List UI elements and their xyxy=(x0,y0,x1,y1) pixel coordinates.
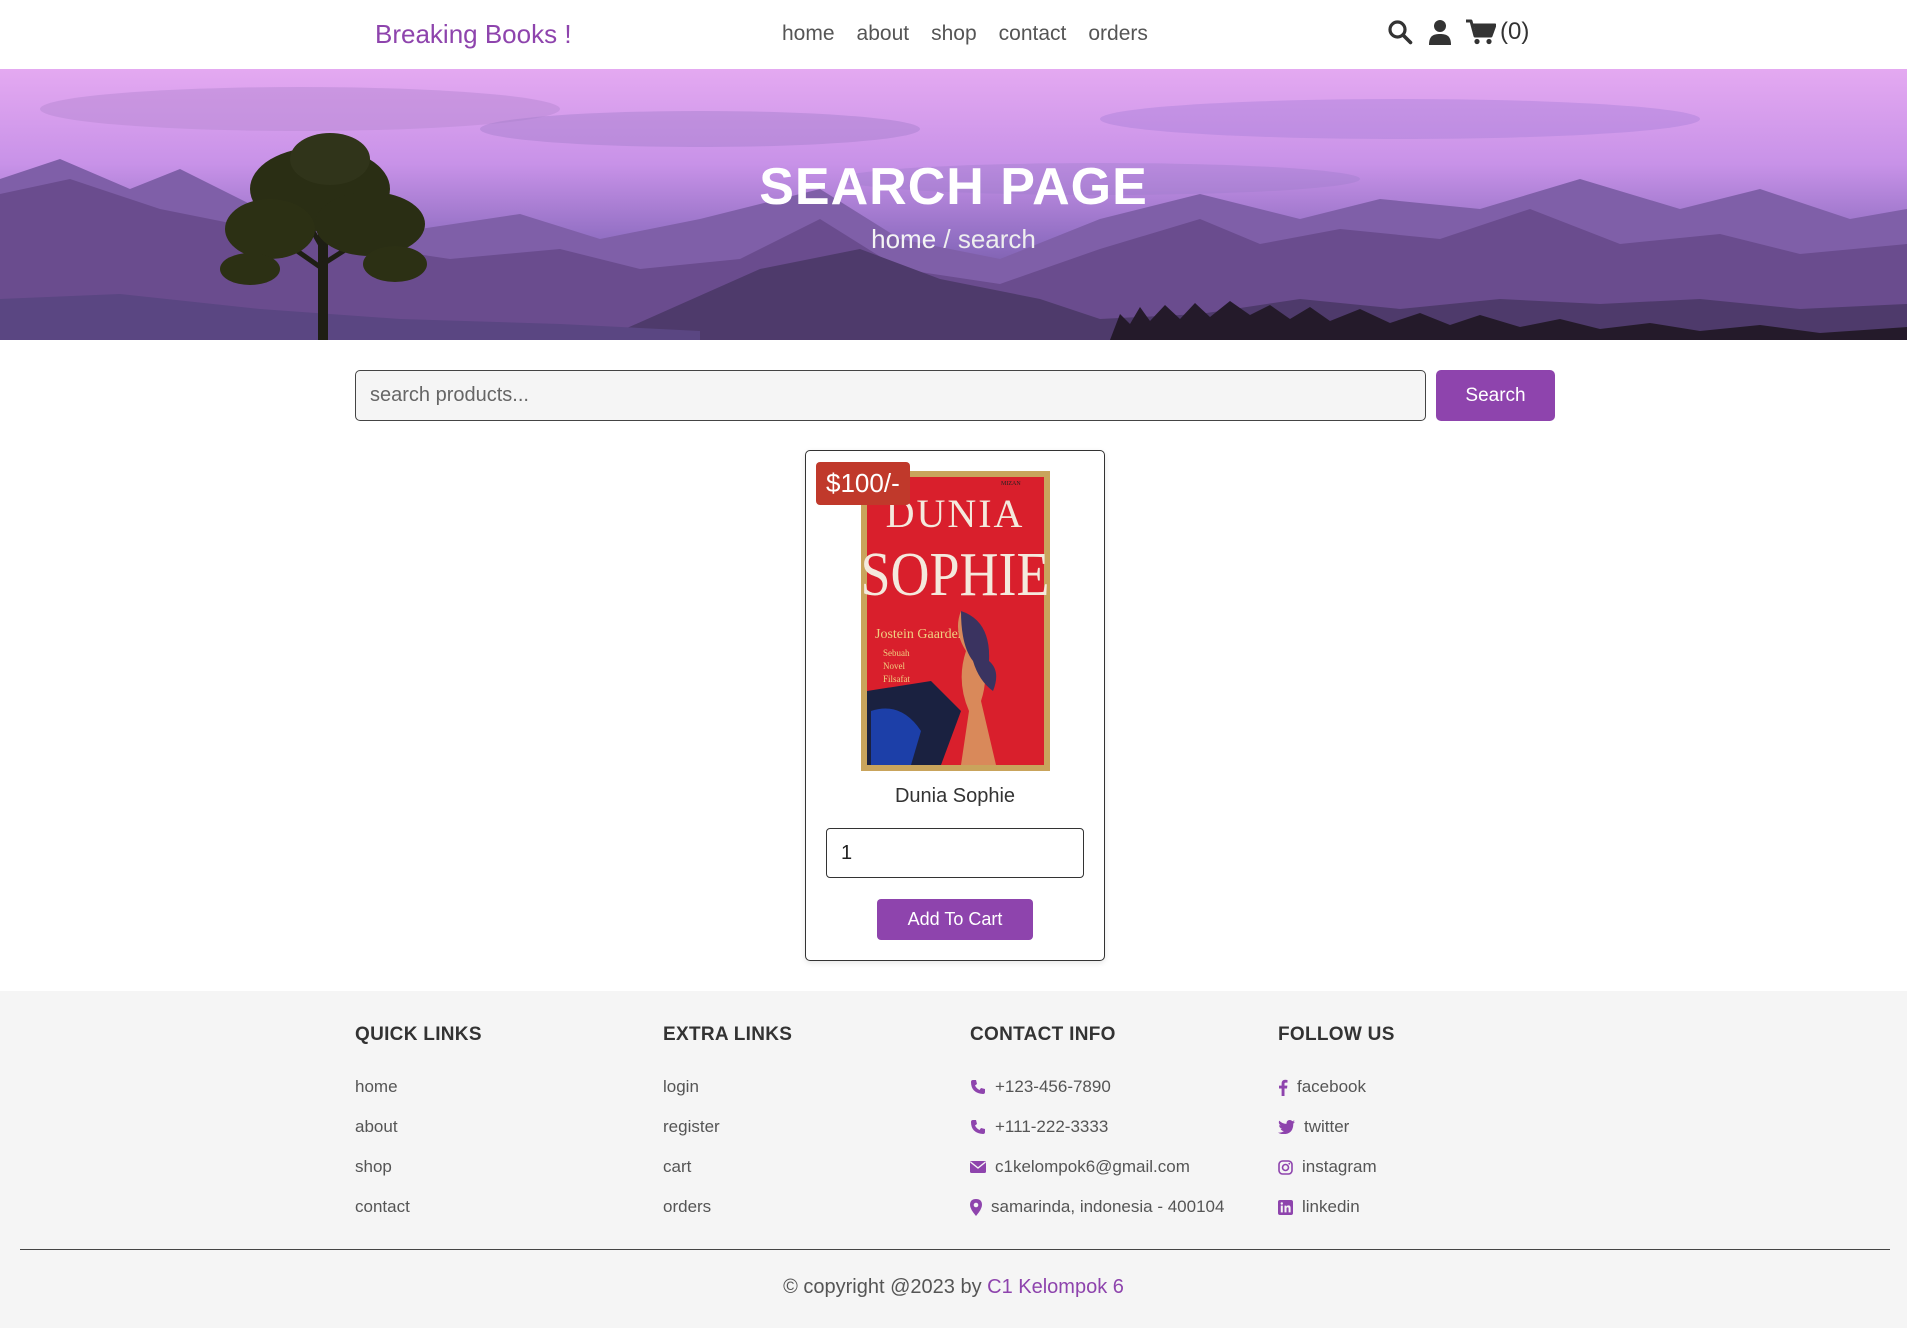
social-instagram-label: instagram xyxy=(1302,1157,1377,1176)
contact-address-text: samarinda, indonesia - 400104 xyxy=(991,1197,1225,1216)
cover-author: Jostein Gaarder xyxy=(875,627,963,642)
search-icon[interactable] xyxy=(1386,18,1414,46)
nav-orders[interactable]: orders xyxy=(1088,22,1148,46)
copyright-prefix: © copyright @2023 by xyxy=(783,1276,988,1298)
nav-shop[interactable]: shop xyxy=(931,22,977,46)
cart-icon xyxy=(1466,19,1496,45)
extra-links-column: EXTRA LINKS login register cart orders xyxy=(663,1024,792,1227)
footer-link-cart[interactable]: cart xyxy=(663,1147,792,1187)
contact-info-heading: CONTACT INFO xyxy=(970,1024,1116,1045)
social-facebook-label: facebook xyxy=(1297,1077,1366,1096)
nav-about[interactable]: about xyxy=(857,22,910,46)
product-card: $100/- MIZAN DUNIA SOPHIE Jostein Gaarde… xyxy=(805,450,1105,961)
cover-sub-2: Novel xyxy=(883,661,905,671)
cart-count: (0) xyxy=(1500,18,1530,45)
extra-links-heading: EXTRA LINKS xyxy=(663,1024,793,1045)
user-icon[interactable] xyxy=(1426,18,1454,46)
envelope-icon xyxy=(970,1161,986,1173)
search-button[interactable]: Search xyxy=(1436,370,1555,421)
map-marker-icon xyxy=(970,1198,982,1216)
search-form: Search xyxy=(355,370,1555,421)
header-icons: (0) xyxy=(1386,18,1529,46)
social-instagram[interactable]: instagram xyxy=(1278,1147,1395,1187)
contact-info-column: CONTACT INFO +123-456-7890 +111-222-3333… xyxy=(970,1024,1224,1227)
social-facebook[interactable]: facebook xyxy=(1278,1067,1395,1107)
footer-link-contact[interactable]: contact xyxy=(355,1187,482,1227)
main-nav: home about shop contact orders xyxy=(782,22,1148,46)
breadcrumb-current: search xyxy=(957,224,1036,254)
quantity-input[interactable] xyxy=(826,828,1084,878)
footer-link-about[interactable]: about xyxy=(355,1107,482,1147)
social-twitter-label: twitter xyxy=(1304,1117,1350,1136)
cart-button[interactable]: (0) xyxy=(1466,18,1529,46)
instagram-icon xyxy=(1278,1159,1293,1175)
contact-email[interactable]: c1kelompok6@gmail.com xyxy=(970,1147,1224,1187)
product-name: Dunia Sophie xyxy=(894,785,1016,807)
add-to-cart-button[interactable]: Add To Cart xyxy=(877,899,1033,940)
footer-link-orders[interactable]: orders xyxy=(663,1187,792,1227)
footer-link-register[interactable]: register xyxy=(663,1107,792,1147)
book-cover-image: MIZAN DUNIA SOPHIE Jostein Gaarder Sebua… xyxy=(861,471,1050,771)
social-linkedin[interactable]: linkedin xyxy=(1278,1187,1395,1227)
site-header: Breaking Books ! home about shop contact… xyxy=(0,0,1907,69)
footer-link-home[interactable]: home xyxy=(355,1067,482,1107)
contact-phone-1-text: +123-456-7890 xyxy=(995,1077,1111,1096)
breadcrumb-home[interactable]: home xyxy=(871,224,936,254)
twitter-icon xyxy=(1278,1120,1295,1134)
site-logo[interactable]: Breaking Books ! xyxy=(375,19,572,50)
cover-sub-3: Filsafat xyxy=(883,674,910,684)
site-footer: QUICK LINKS home about shop contact EXTR… xyxy=(0,991,1907,1328)
phone-icon xyxy=(971,1120,985,1134)
phone-icon xyxy=(971,1080,985,1094)
cover-publisher: MIZAN xyxy=(1001,481,1021,487)
contact-email-text: c1kelompok6@gmail.com xyxy=(995,1157,1190,1176)
price-badge: $100/- xyxy=(816,462,910,505)
copyright-brand: C1 Kelompok 6 xyxy=(987,1276,1124,1298)
footer-link-shop[interactable]: shop xyxy=(355,1147,482,1187)
breadcrumb-separator: / xyxy=(936,224,958,254)
quick-links-column: QUICK LINKS home about shop contact xyxy=(355,1024,482,1227)
linkedin-icon xyxy=(1278,1199,1293,1215)
quick-links-heading: QUICK LINKS xyxy=(355,1024,482,1045)
contact-phone-1[interactable]: +123-456-7890 xyxy=(970,1067,1224,1107)
breadcrumb: home / search xyxy=(0,224,1907,255)
copyright: © copyright @2023 by C1 Kelompok 6 xyxy=(0,1276,1907,1299)
follow-us-column: FOLLOW US facebook twitter instagram lin… xyxy=(1278,1024,1395,1227)
contact-phone-2[interactable]: +111-222-3333 xyxy=(970,1107,1224,1147)
cover-title-2: SOPHIE xyxy=(861,540,1050,609)
hero-banner: SEARCH PAGE home / search xyxy=(0,69,1907,340)
page-title: SEARCH PAGE xyxy=(759,158,1148,216)
nav-home[interactable]: home xyxy=(782,22,835,46)
contact-address: samarinda, indonesia - 400104 xyxy=(970,1187,1224,1227)
nav-contact[interactable]: contact xyxy=(999,22,1067,46)
footer-link-login[interactable]: login xyxy=(663,1067,792,1107)
social-linkedin-label: linkedin xyxy=(1302,1197,1360,1216)
footer-divider xyxy=(20,1249,1890,1250)
follow-us-heading: FOLLOW US xyxy=(1278,1024,1395,1045)
social-twitter[interactable]: twitter xyxy=(1278,1107,1395,1147)
contact-phone-2-text: +111-222-3333 xyxy=(995,1117,1109,1136)
facebook-icon xyxy=(1279,1079,1288,1096)
cover-sub-1: Sebuah xyxy=(883,648,910,658)
search-input[interactable] xyxy=(355,370,1426,421)
